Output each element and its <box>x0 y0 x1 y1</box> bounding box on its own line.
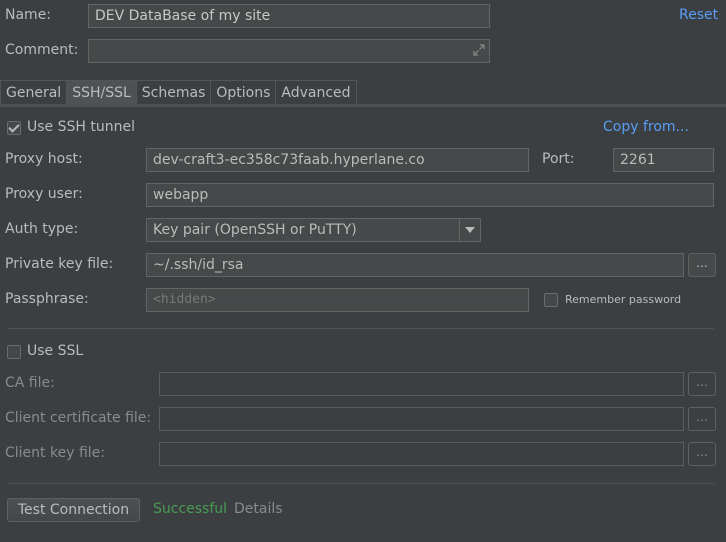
private-key-field[interactable]: ~/.ssh/id_rsa <box>146 253 684 277</box>
private-key-label: Private key file: <box>5 256 114 272</box>
ca-file-browse-button[interactable]: ... <box>688 372 716 396</box>
footer-divider <box>8 483 714 484</box>
chevron-down-icon[interactable] <box>459 219 480 241</box>
client-key-field[interactable] <box>159 442 684 466</box>
section-divider <box>8 328 714 329</box>
port-label: Port: <box>542 151 575 167</box>
proxy-user-label: Proxy user: <box>5 186 83 202</box>
port-field[interactable]: 2261 <box>613 148 714 172</box>
client-cert-field[interactable] <box>159 407 684 431</box>
proxy-host-field[interactable]: dev-craft3-ec358c73faab.hyperlane.co <box>146 148 529 172</box>
tab-schemas[interactable]: Schemas <box>135 80 212 105</box>
tab-bar: General SSH/SSL Schemas Options Advanced <box>0 80 357 105</box>
passphrase-label: Passphrase: <box>5 291 89 307</box>
tab-options[interactable]: Options <box>210 80 277 105</box>
comment-field[interactable] <box>88 39 490 63</box>
proxy-host-label: Proxy host: <box>5 151 83 167</box>
tab-underline <box>0 104 726 107</box>
client-key-browse-button[interactable]: ... <box>688 442 716 466</box>
proxy-user-field[interactable]: webapp <box>146 183 714 207</box>
use-ssh-checkbox[interactable] <box>7 121 21 135</box>
remember-password-label: Remember password <box>565 293 682 306</box>
client-cert-label: Client certificate file: <box>5 410 152 426</box>
private-key-browse-button[interactable]: ... <box>688 253 716 277</box>
use-ssl-checkbox[interactable] <box>7 345 21 359</box>
auth-type-select[interactable]: Key pair (OpenSSH or PuTTY) <box>146 218 481 242</box>
ca-file-label: CA file: <box>5 375 55 391</box>
reset-link[interactable]: Reset <box>679 7 718 23</box>
auth-type-label: Auth type: <box>5 221 79 237</box>
use-ssh-label: Use SSH tunnel <box>27 119 135 135</box>
client-cert-browse-button[interactable]: ... <box>688 407 716 431</box>
tab-general[interactable]: General <box>0 80 68 105</box>
remember-password-checkbox[interactable] <box>544 293 558 307</box>
name-label: Name: <box>5 7 52 23</box>
name-field[interactable]: DEV DataBase of my site <box>88 4 490 28</box>
connection-status: Successful <box>153 501 228 517</box>
expand-icon[interactable] <box>473 44 485 56</box>
tab-advanced[interactable]: Advanced <box>275 80 357 105</box>
client-key-label: Client key file: <box>5 445 105 461</box>
tab-ssh-ssl[interactable]: SSH/SSL <box>66 80 137 105</box>
ca-file-field[interactable] <box>159 372 684 396</box>
use-ssl-label: Use SSL <box>27 343 84 359</box>
comment-label: Comment: <box>5 42 79 58</box>
copy-from-link[interactable]: Copy from... <box>603 119 689 135</box>
auth-type-value: Key pair (OpenSSH or PuTTY) <box>153 222 357 238</box>
passphrase-field[interactable]: <hidden> <box>146 288 529 312</box>
test-connection-button[interactable]: Test Connection <box>7 498 140 522</box>
details-link[interactable]: Details <box>234 501 283 517</box>
